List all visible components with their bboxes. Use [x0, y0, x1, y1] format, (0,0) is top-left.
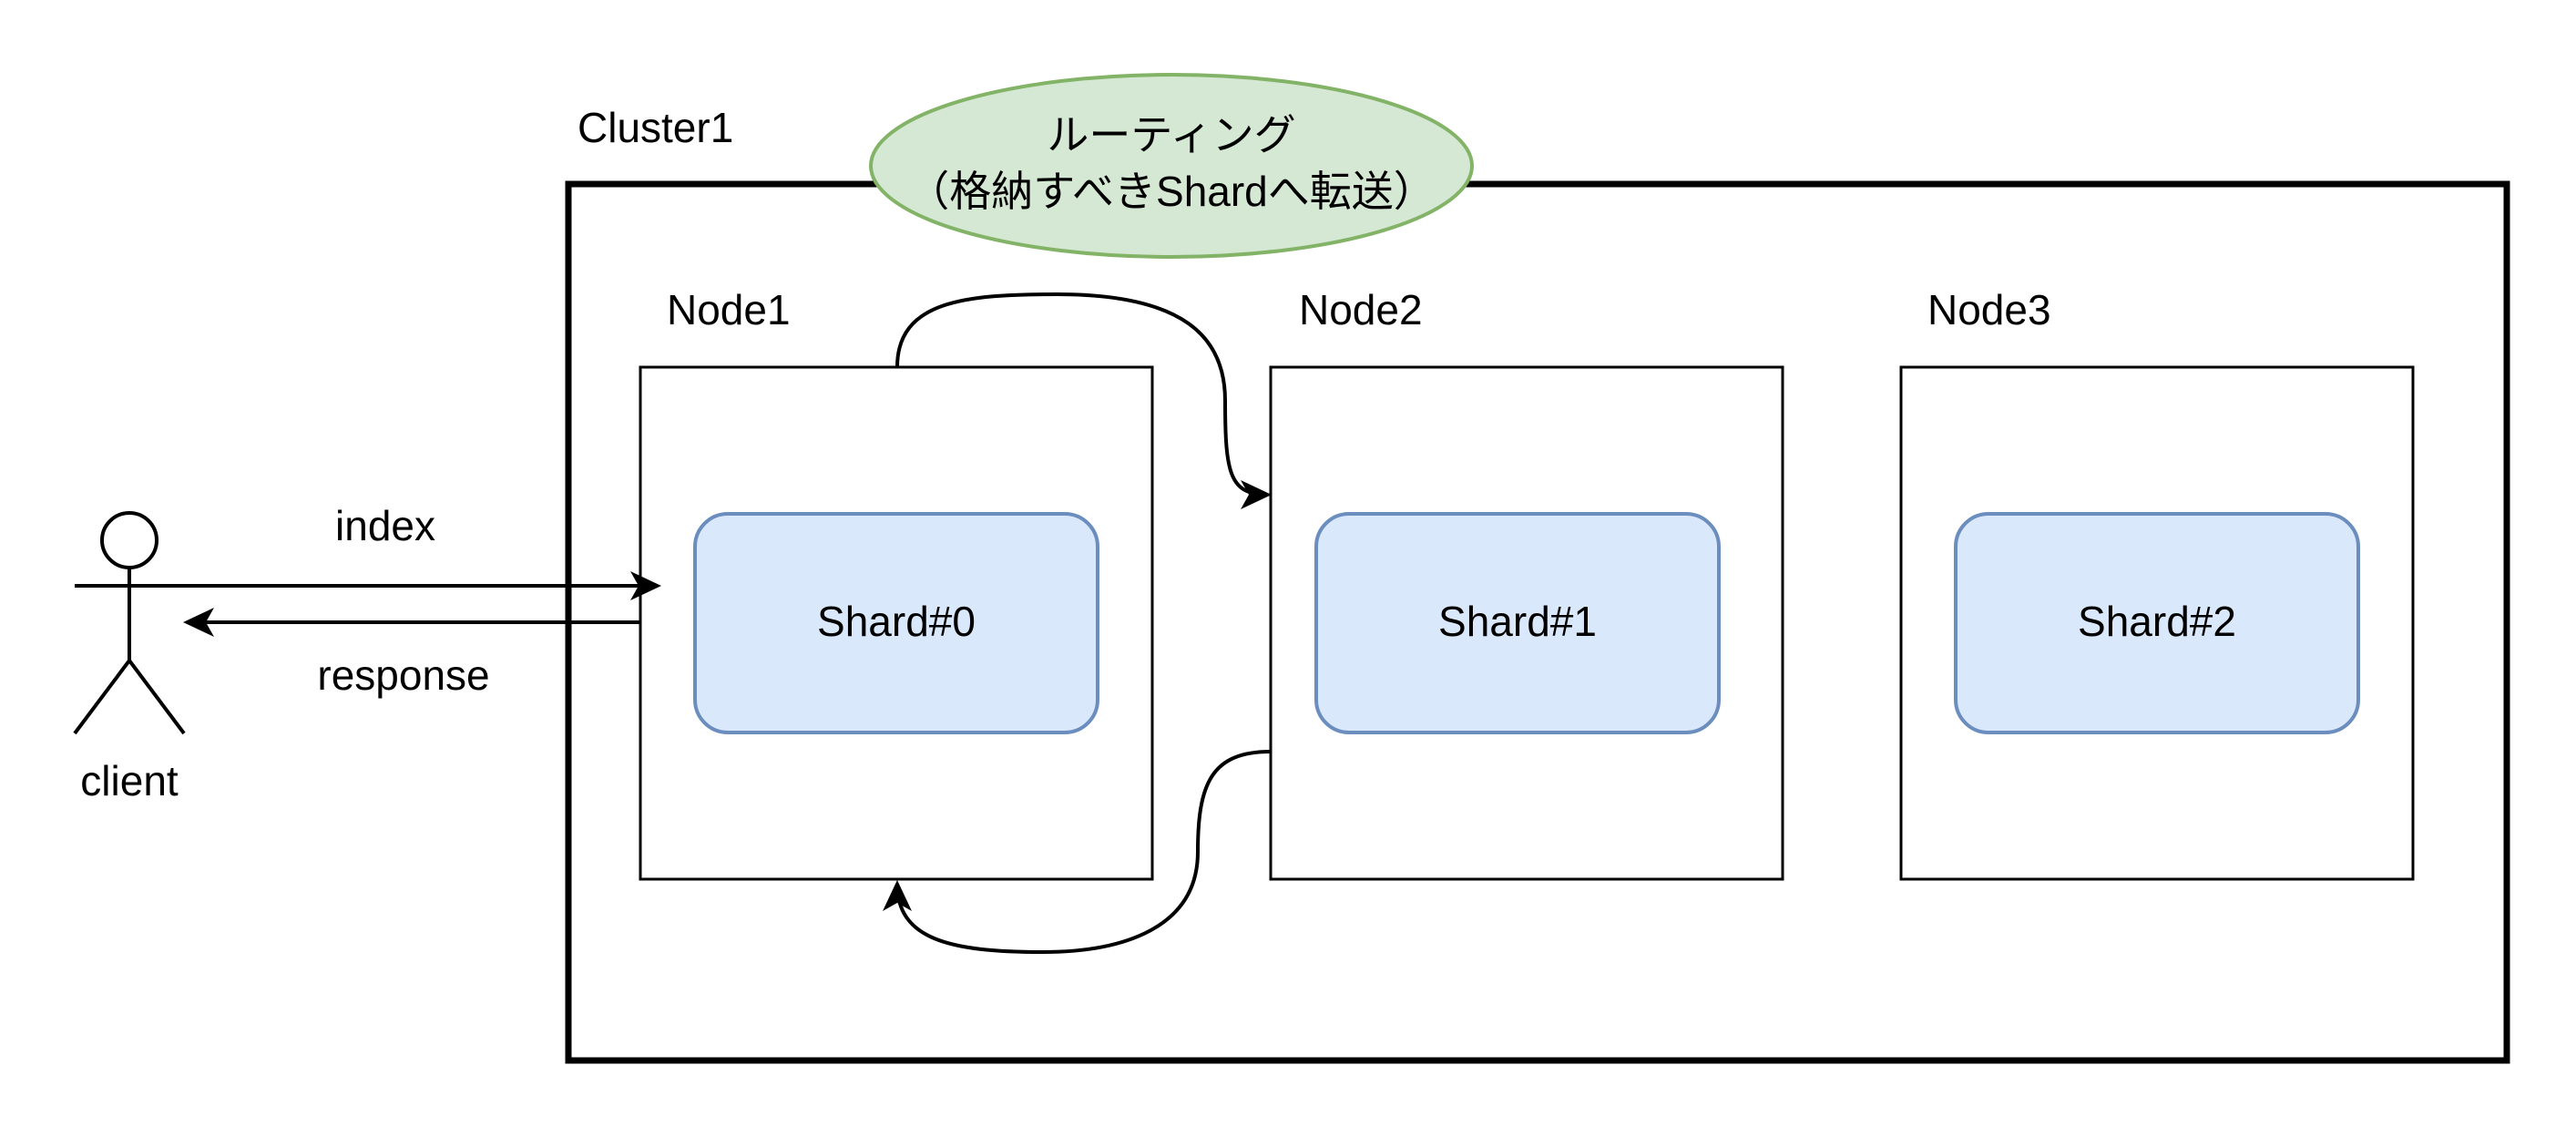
- shard1-label: Shard#1: [1438, 598, 1597, 645]
- shard0-label: Shard#0: [817, 598, 976, 645]
- routing-ellipse: [869, 73, 1474, 259]
- client-label: client: [80, 757, 179, 804]
- routing-label-line1: ルーティング: [1047, 111, 1295, 159]
- architecture-diagram: Cluster1 ルーティング （格納すべきShardへ転送） Node1 Sh…: [73, 73, 2510, 1064]
- node1-label: Node1: [667, 286, 791, 333]
- index-edge-label: index: [335, 502, 435, 549]
- shard2-label: Shard#2: [2078, 598, 2236, 645]
- cluster-label: Cluster1: [578, 104, 733, 151]
- response-edge-label: response: [317, 651, 489, 699]
- person-icon: [73, 511, 186, 735]
- node3-label: Node3: [1927, 286, 2051, 333]
- routing-label-line2: （格納すべきShardへ転送）: [907, 168, 1436, 215]
- node2-label: Node2: [1299, 286, 1423, 333]
